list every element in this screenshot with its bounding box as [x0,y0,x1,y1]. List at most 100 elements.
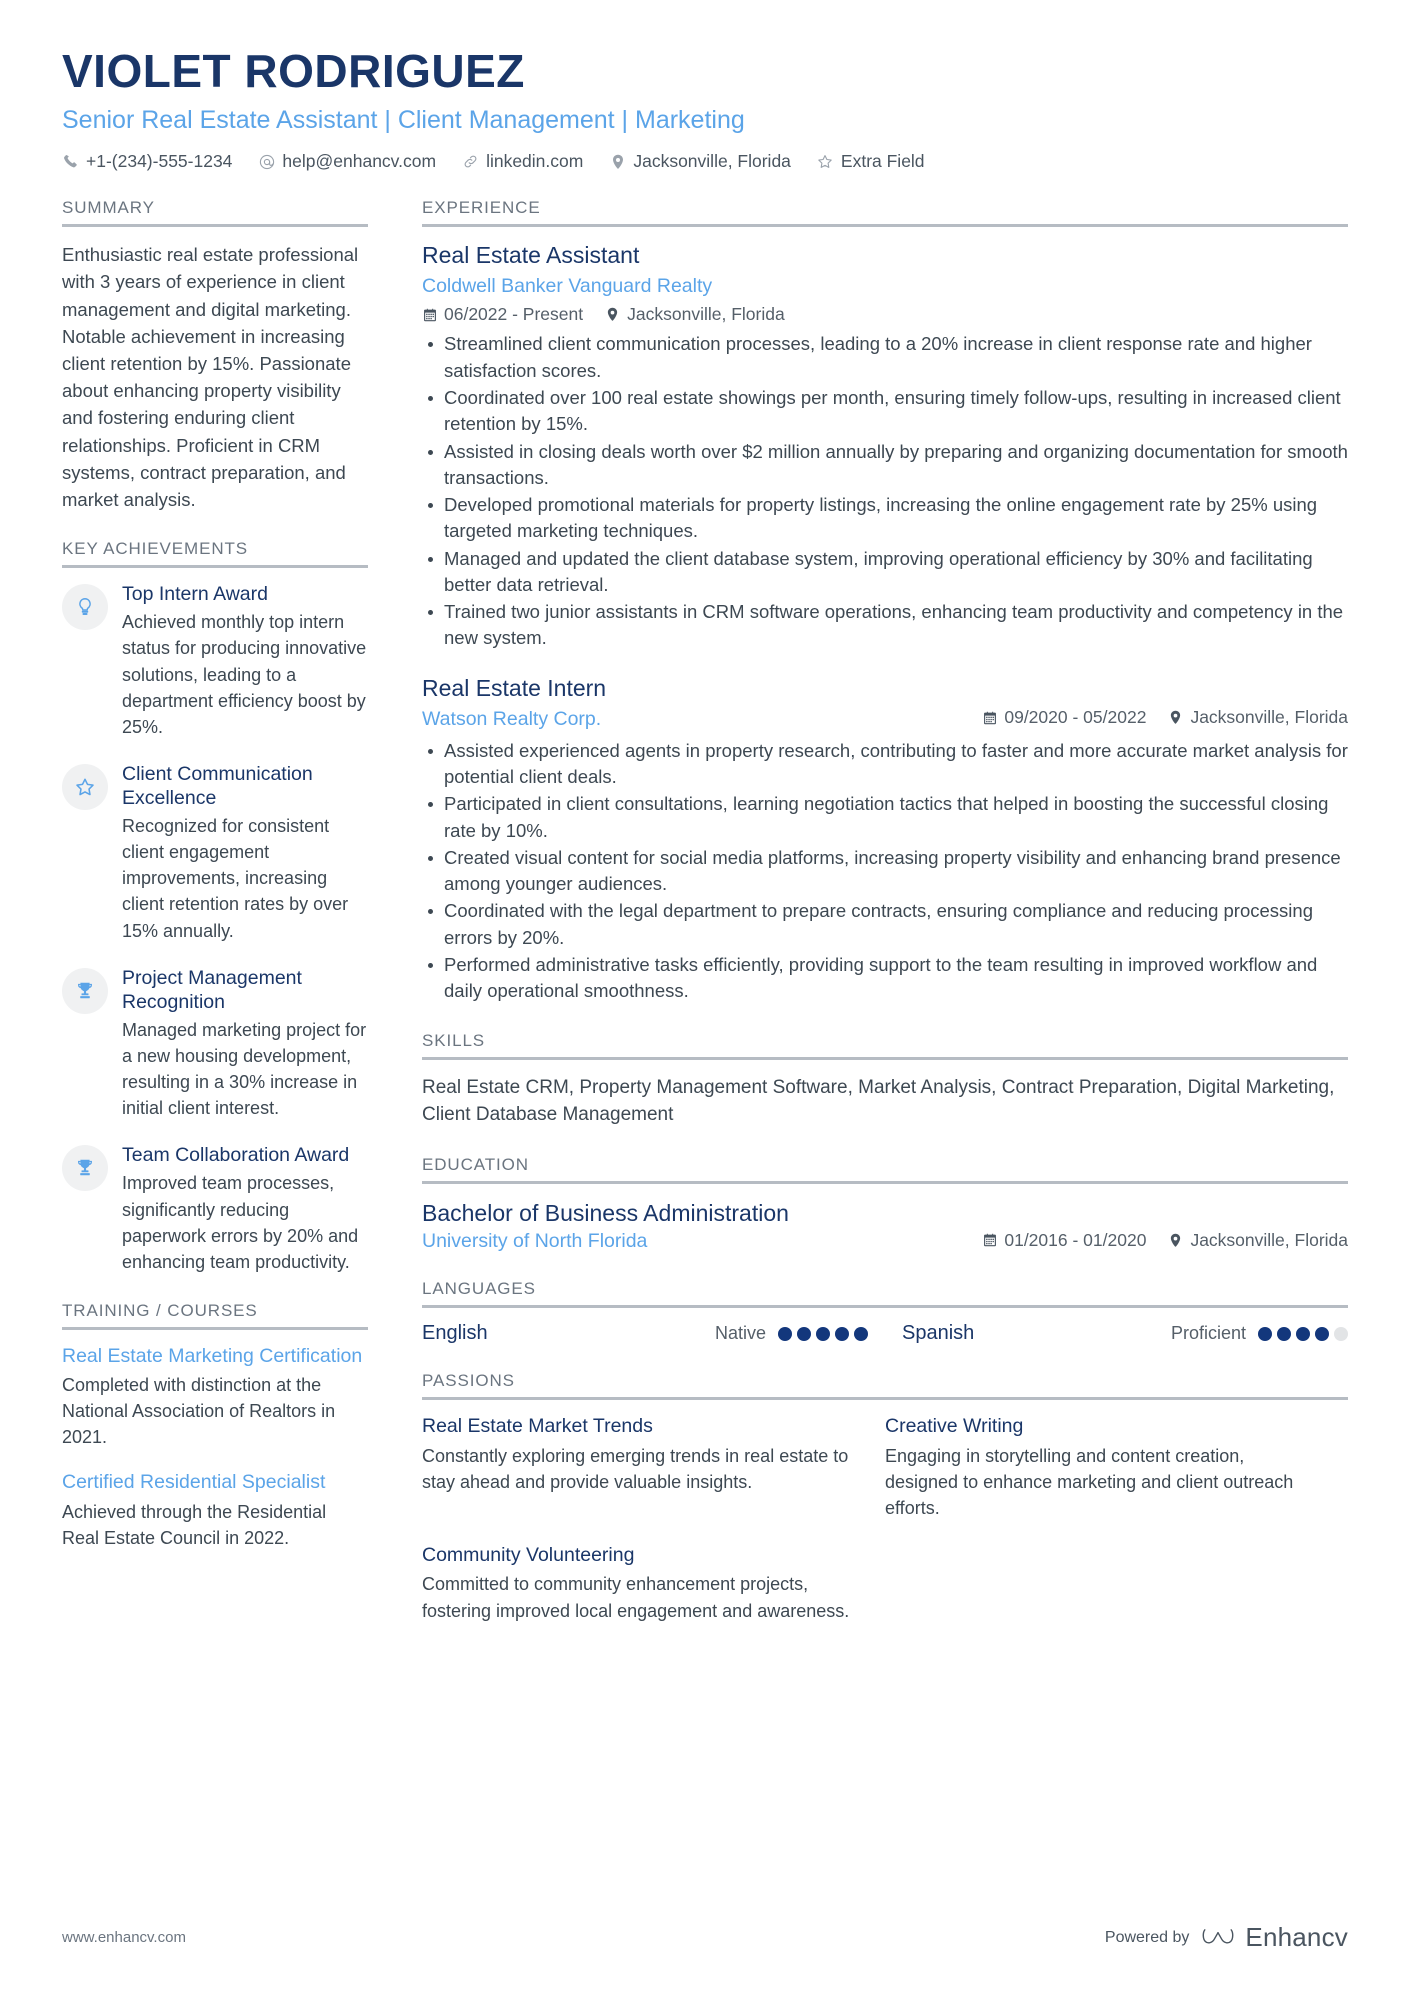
experience-item: Real Estate Intern Watson Realty Corp. 0… [422,674,1348,1005]
achievement-badge [62,967,108,1014]
achievement-title: Client Communication Excellence [122,762,313,809]
location-pin-icon [609,153,626,170]
job-date-text: 06/2022 - Present [444,304,584,325]
education-meta: 01/2016 - 01/2020 Jacksonville, Florida [982,1230,1348,1251]
passion-title: Creative Writing [885,1415,1024,1438]
skills-text: Real Estate CRM, Property Management Sof… [422,1076,1335,1126]
calendar-icon [422,307,437,322]
lightbulb-icon [74,596,96,618]
job-location: Jacksonville, Florida [605,304,785,325]
job-location: Jacksonville, Florida [1168,707,1348,728]
location-pin-icon [605,307,620,322]
contact-location: Jacksonville, Florida [609,151,791,172]
job-date: 06/2022 - Present [422,304,583,325]
location-pin-icon [1168,1233,1183,1248]
contact-phone-text: +1-(234)-555-1234 [86,151,233,172]
achievement-title: Top Intern Award [122,583,268,606]
contact-extra-field: Extra Field [817,151,925,172]
star-icon [817,153,834,170]
achievement-item: Project Management Recognition Managed m… [62,966,368,1122]
achievement-badge [62,1145,108,1192]
rating-dot-filled [1315,1326,1329,1341]
achievement-item: Top Intern Award Achieved monthly top in… [62,582,368,740]
education-meta-row: University of North Florida 01/2016 - 01… [422,1230,1348,1254]
job-bullet: Assisted experienced agents in property … [422,738,1348,791]
job-bullet: Coordinated over 100 real estate showing… [422,385,1348,438]
section-title-experience: EXPERIENCE [422,198,541,218]
language-rating-dots [778,1326,868,1341]
job-bullet: Trained two junior assistants in CRM sof… [422,599,1348,652]
passion-description: Committed to community enhancement proje… [422,1574,850,1621]
resume-page: VIOLET RODRIGUEZ Senior Real Estate Assi… [0,0,1410,1995]
section-title-skills: SKILLS [422,1030,486,1050]
job-title: Real Estate Intern [422,674,607,701]
language-name: English [422,1322,488,1345]
job-location-text: Jacksonville, Florida [627,304,785,325]
job-bullet: Assisted in closing deals worth over $2 … [422,439,1348,492]
trophy-icon [74,1157,96,1179]
achievement-badge [62,584,108,631]
location-pin-icon [1168,710,1183,725]
phone-icon [62,153,79,170]
enhancv-brand: Enhancv [1201,1922,1348,1953]
footer-website[interactable]: www.enhancv.com [62,1929,186,1946]
section-title-training-courses: TRAINING / COURSES [62,1300,258,1320]
section-title-passions: PASSIONS [422,1371,515,1391]
contact-location-text: Jacksonville, Florida [633,151,791,172]
training-description: Achieved through the Residential Real Es… [62,1501,327,1548]
contact-linkedin[interactable]: linkedin.com [462,151,583,172]
left-column: SUMMARY Enthusiastic real estate profess… [62,198,394,1577]
experience-item: Real Estate Assistant Coldwell Banker Va… [422,241,1348,651]
passion-description: Engaging in storytelling and content cre… [885,1445,1294,1518]
section-title-summary: SUMMARY [62,198,155,218]
section-title-education: EDUCATION [422,1154,529,1174]
calendar-icon [982,1233,997,1248]
trophy-icon [74,980,96,1002]
passion-item: Creative Writing Engaging in storytellin… [885,1414,1348,1521]
language-rating-dots [1258,1326,1348,1341]
job-meta: 09/2020 - 05/2022 Jacksonville, Florida [982,707,1348,728]
page-footer: www.enhancv.com Powered by Enhancv [62,1922,1348,1953]
training-item: Certified Residential Specialist Achieve… [62,1470,368,1551]
job-bullets: Assisted experienced agents in property … [422,738,1348,1005]
job-location-text: Jacksonville, Florida [1190,707,1348,728]
language-name: Spanish [902,1322,975,1345]
language-item-spanish: Spanish Proficient [868,1322,1348,1345]
star-outline-icon [74,776,96,798]
passion-title: Real Estate Market Trends [422,1415,653,1438]
footer-branding: Powered by Enhancv [1105,1922,1348,1953]
passion-item: Real Estate Market Trends Constantly exp… [422,1414,885,1521]
education-location: Jacksonville, Florida [1168,1230,1348,1251]
job-subheader-row: Watson Realty Corp. 09/2020 - 05/2022 Ja… [422,704,1348,732]
rating-dot-filled [816,1326,830,1341]
contact-extra-field-text: Extra Field [840,151,925,172]
language-level: Native [714,1323,766,1344]
contact-email[interactable]: help@enhancv.com [258,151,436,172]
contact-phone[interactable]: +1-(234)-555-1234 [62,151,232,172]
achievement-item: Team Collaboration Award Improved team p… [62,1143,368,1275]
section-key-achievements: KEY ACHIEVEMENTS Top Intern Award Achiev… [62,539,368,1275]
summary-text: Enthusiastic real estate professional wi… [62,244,359,510]
job-company: Coldwell Banker Vanguard Realty [422,275,713,298]
training-title: Real Estate Marketing Certification [62,1344,363,1367]
achievement-title: Project Management Recognition [122,966,302,1013]
achievement-badge [62,763,108,810]
language-level: Proficient [1170,1323,1246,1344]
education-date-text: 01/2016 - 01/2020 [1004,1229,1147,1250]
contact-linkedin-text: linkedin.com [486,151,584,172]
passions-grid: Real Estate Market Trends Constantly exp… [422,1414,1348,1645]
passion-item: Community Volunteering Committed to comm… [422,1543,885,1624]
language-item-english: English Native [422,1322,868,1345]
achievement-item: Client Communication Excellence Recogniz… [62,762,368,944]
training-description: Completed with distinction at the Nation… [62,1375,336,1448]
achievement-description: Achieved monthly top intern status for p… [122,612,367,737]
job-bullet: Created visual content for social media … [422,845,1348,898]
education-school: University of North Florida [422,1230,648,1253]
section-skills: SKILLS Real Estate CRM, Property Managem… [422,1031,1348,1129]
section-experience: EXPERIENCE Real Estate Assistant Coldwel… [422,198,1348,1004]
rating-dot-filled [1277,1326,1291,1341]
education-location-text: Jacksonville, Florida [1190,1229,1348,1250]
achievement-description: Improved team processes, significantly r… [122,1173,359,1272]
enhancv-logo-icon [1201,1924,1235,1952]
calendar-icon [982,710,997,725]
